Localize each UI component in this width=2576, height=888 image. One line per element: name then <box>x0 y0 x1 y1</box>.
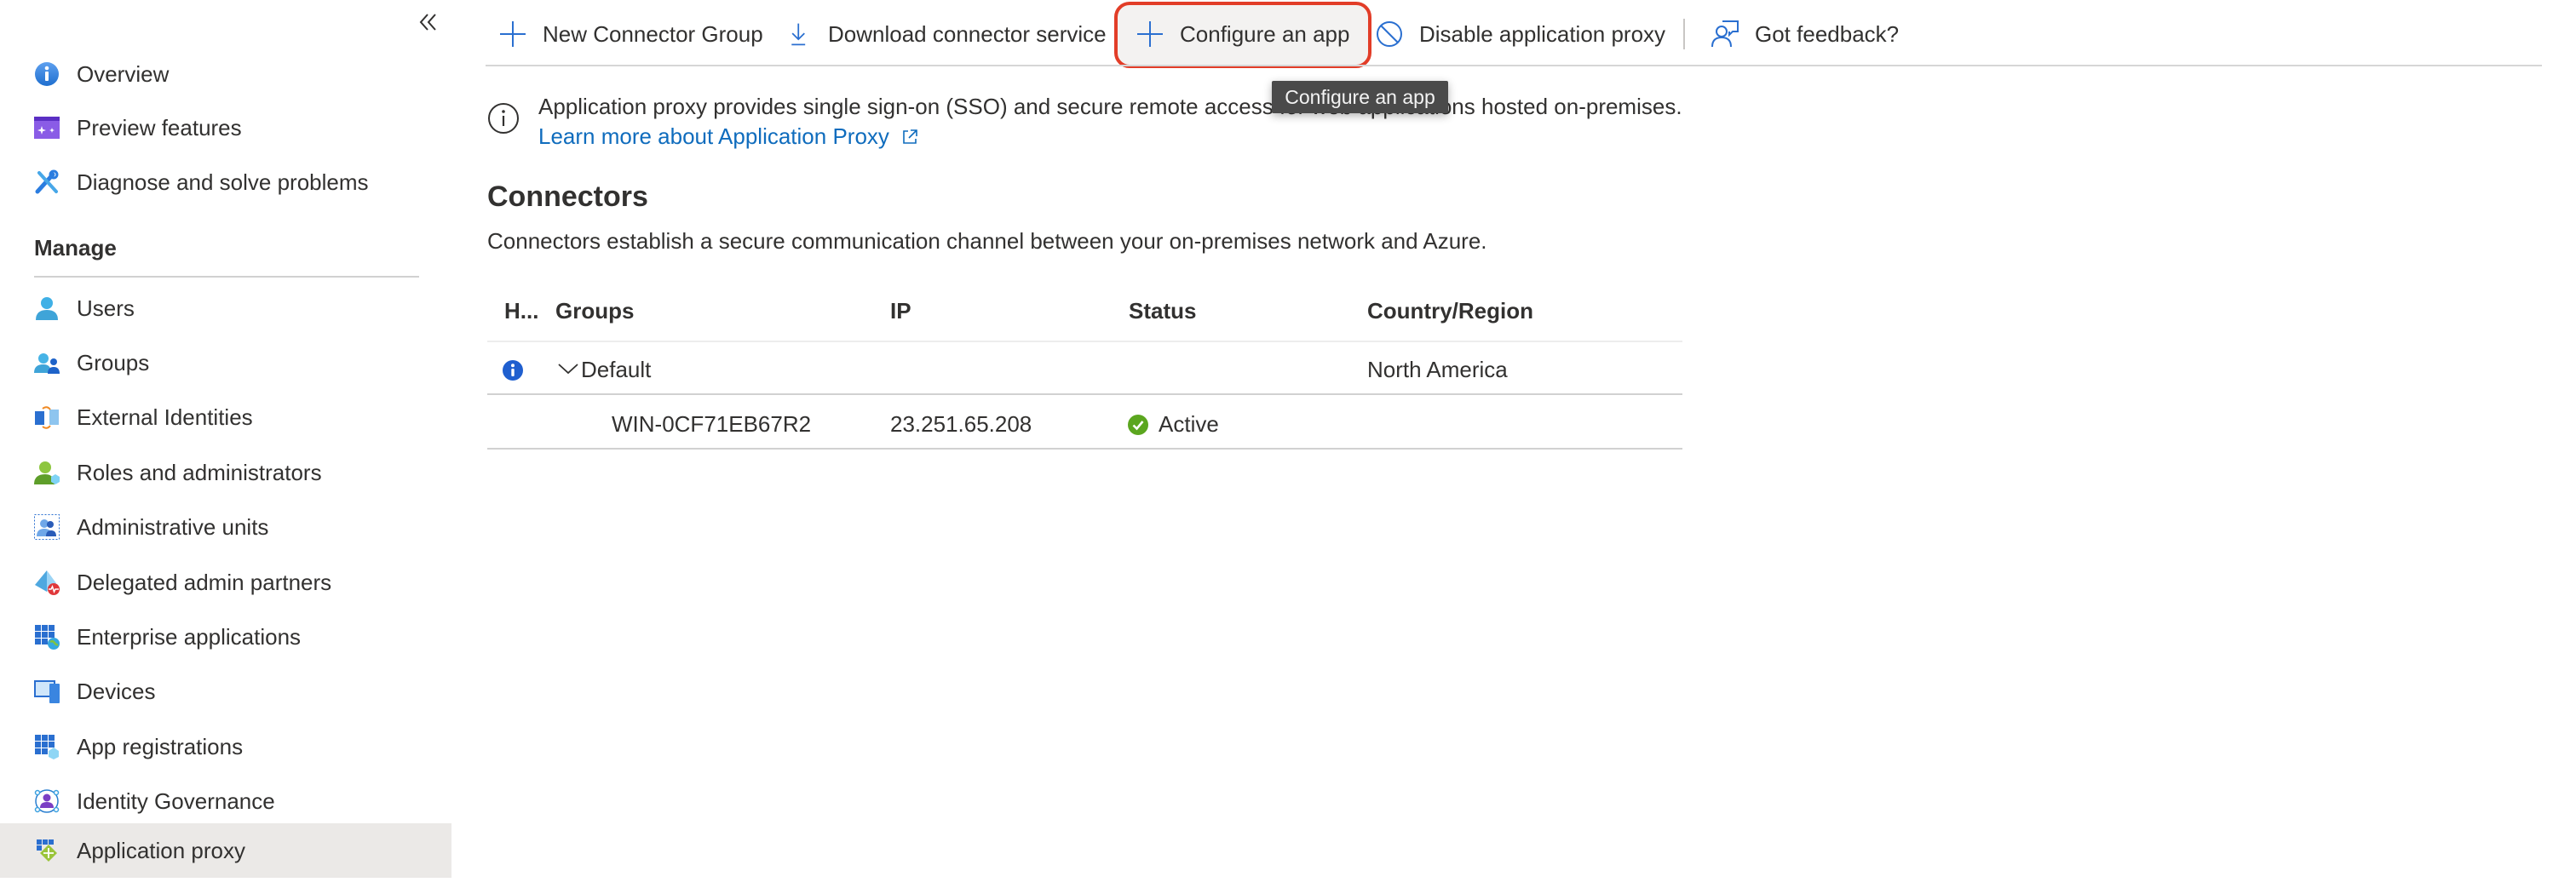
user-icon <box>36 297 58 320</box>
sidebar-item-application-proxy[interactable]: Application proxy <box>0 823 451 878</box>
sidebar-item-enterprise-applications[interactable]: Enterprise applications <box>0 610 451 664</box>
tooltip: Configure an app <box>1272 81 1448 113</box>
info-circle-icon <box>35 62 59 86</box>
sidebar-item-external-identities[interactable]: External Identities <box>0 390 451 444</box>
sidebar-item-label: Enterprise applications <box>77 623 302 650</box>
disable-application-proxy-label: Disable application proxy <box>1419 20 1666 47</box>
app-registrations-icon <box>35 735 59 759</box>
external-identities-icon <box>35 406 59 429</box>
toolbar-separator <box>1683 19 1685 49</box>
sidebar-item-delegated-admin-partners[interactable]: Delegated admin partners <box>0 555 451 610</box>
wrench-screwdriver-icon <box>35 169 59 194</box>
enterprise-apps-icon <box>35 625 60 650</box>
new-connector-group-label: New Connector Group <box>543 20 763 47</box>
toolbar-divider <box>486 65 2542 66</box>
sidebar-item-label: External Identities <box>77 404 253 430</box>
connector-name: WIN-0CF71EB67R2 <box>612 411 812 437</box>
section-divider <box>34 276 419 278</box>
sidebar-item-label: Administrative units <box>77 513 269 540</box>
download-connector-service-button[interactable]: Download connector service <box>787 7 1107 61</box>
sidebar-item-app-registrations[interactable]: App registrations <box>0 719 451 774</box>
configure-app-label: Configure an app <box>1180 20 1350 47</box>
learn-more-link[interactable]: Learn more about Application Proxy <box>538 123 918 150</box>
sidebar-item-groups[interactable]: Groups <box>0 335 451 390</box>
sidebar-item-label: Identity Governance <box>77 788 275 814</box>
block-icon <box>1377 21 1402 47</box>
column-header-health[interactable]: H... <box>504 298 538 324</box>
sidebar-item-label: Overview <box>77 60 170 87</box>
column-header-ip[interactable]: IP <box>890 298 911 324</box>
sidebar-item-overview[interactable]: Overview <box>0 47 451 101</box>
groups-icon <box>34 353 60 374</box>
administrative-units-icon <box>34 514 60 540</box>
delegated-admin-icon <box>35 570 60 595</box>
status-success-icon <box>1128 415 1148 435</box>
devices-icon <box>34 680 60 703</box>
sidebar-item-identity-governance[interactable]: Identity Governance <box>0 774 451 828</box>
group-country-region: North America <box>1367 357 1508 382</box>
column-header-groups[interactable]: Groups <box>555 298 634 324</box>
sidebar-item-label: Devices <box>77 678 156 704</box>
group-name: Default <box>581 357 652 382</box>
download-connector-service-label: Download connector service <box>828 20 1107 47</box>
sidebar-item-label: Groups <box>77 349 150 375</box>
connector-status: Active <box>1159 411 1219 437</box>
sidebar-item-roles[interactable]: Roles and administrators <box>0 445 451 500</box>
plus-icon <box>500 21 526 47</box>
header-divider <box>487 341 1682 342</box>
sidebar-item-preview-features[interactable]: Preview features <box>0 100 451 155</box>
application-proxy-icon <box>37 839 57 862</box>
sidebar-item-label: App registrations <box>77 733 244 759</box>
sidebar-item-label: Diagnose and solve problems <box>77 169 369 195</box>
learn-more-link-label: Learn more about Application Proxy <box>538 123 889 149</box>
row-divider <box>487 448 1682 450</box>
external-link-icon <box>903 129 917 144</box>
sidebar-item-diagnose[interactable]: Diagnose and solve problems <box>0 155 451 209</box>
sidebar-item-devices[interactable]: Devices <box>0 664 451 719</box>
connectors-heading: Connectors <box>487 180 648 213</box>
identity-governance-icon <box>34 789 60 813</box>
plus-icon <box>1137 21 1163 47</box>
info-message: Application proxy provides single sign-o… <box>538 94 1682 119</box>
chevron-down-icon[interactable] <box>557 362 579 375</box>
sidebar-item-label: Preview features <box>77 114 242 140</box>
info-outline-icon <box>488 103 519 134</box>
manage-section-title: Manage <box>34 235 117 261</box>
info-filled-icon <box>503 360 523 381</box>
sidebar-item-administrative-units[interactable]: Administrative units <box>0 500 451 554</box>
double-chevron-left-icon <box>419 14 436 31</box>
configure-app-button[interactable]: Configure an app <box>1136 7 1349 61</box>
sidebar-item-label: Delegated admin partners <box>77 569 332 595</box>
roles-icon <box>34 461 60 484</box>
sidebar: Overview Preview features Diagnose and s… <box>0 0 451 888</box>
feedback-icon <box>1711 20 1739 48</box>
download-icon <box>791 23 806 46</box>
row-divider <box>487 393 1682 395</box>
new-connector-group-button[interactable]: New Connector Group <box>498 7 763 61</box>
column-header-country-region[interactable]: Country/Region <box>1367 298 1533 324</box>
sidebar-item-label: Application proxy <box>77 837 245 863</box>
collapse-sidebar-button[interactable] <box>417 9 440 43</box>
connectors-description: Connectors establish a secure communicat… <box>487 228 1487 254</box>
feedback-label: Got feedback? <box>1755 20 1900 47</box>
connector-ip: 23.251.65.208 <box>890 411 1032 437</box>
feedback-button[interactable]: Got feedback? <box>1711 7 1899 61</box>
sidebar-item-label: Users <box>77 295 135 321</box>
preview-features-icon <box>34 117 60 139</box>
sidebar-item-label: Roles and administrators <box>77 459 322 485</box>
disable-application-proxy-button[interactable]: Disable application proxy <box>1375 7 1665 61</box>
sidebar-item-users[interactable]: Users <box>0 281 451 335</box>
column-header-status[interactable]: Status <box>1129 298 1196 324</box>
